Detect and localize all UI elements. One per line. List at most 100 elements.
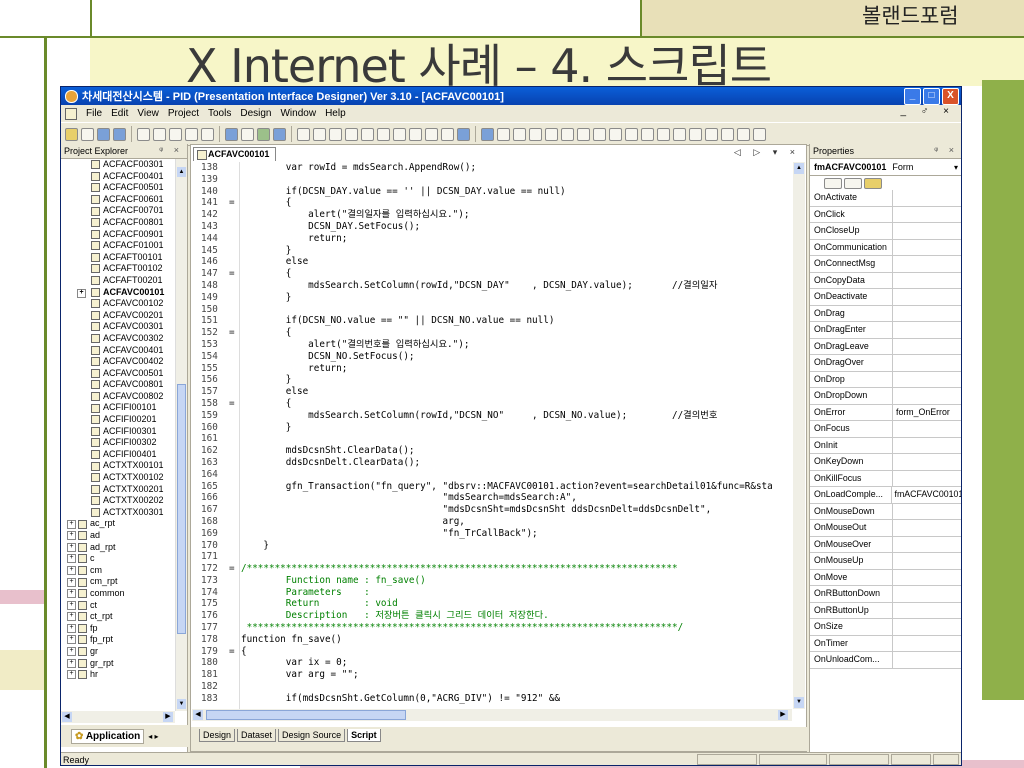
property-value[interactable] xyxy=(893,454,896,470)
expand-icon[interactable]: + xyxy=(67,647,76,657)
tree-file[interactable]: ACFAVC00301 xyxy=(61,321,175,333)
scroll-down-arrow-icon[interactable]: ▼ xyxy=(794,697,804,708)
property-row[interactable]: OnMove xyxy=(810,569,961,586)
tree-file[interactable]: ACFAVC00401 xyxy=(61,345,175,357)
expand-icon[interactable]: + xyxy=(67,612,76,622)
tree-file[interactable]: ACTXTX00202 xyxy=(61,495,175,507)
property-value[interactable] xyxy=(893,438,896,454)
property-value[interactable] xyxy=(893,322,896,338)
property-value[interactable] xyxy=(893,223,896,239)
new-icon[interactable] xyxy=(81,127,94,141)
menu-edit[interactable]: Edit xyxy=(111,108,128,119)
scroll-left-arrow-icon[interactable]: ◀ xyxy=(62,712,72,722)
property-row[interactable]: OnKeyDown xyxy=(810,454,961,471)
code-line[interactable]: 150 xyxy=(191,304,791,316)
tree-folder[interactable]: + c xyxy=(61,553,175,565)
code-line[interactable]: 153 alert("결의번호를 입력하십시요."); xyxy=(191,339,791,351)
align-center-icon[interactable] xyxy=(313,127,326,141)
tree-file[interactable]: ACFAVC00802 xyxy=(61,391,175,403)
cut-icon[interactable] xyxy=(137,127,150,141)
expand-icon[interactable]: + xyxy=(67,589,76,599)
code-line[interactable]: 141 = { xyxy=(191,197,791,209)
code-line[interactable]: 165 gfn_Transaction("fn_query", "dbsrv::… xyxy=(191,481,791,493)
align-middle-icon[interactable] xyxy=(361,127,374,141)
tree-file[interactable]: ACTXTX00201 xyxy=(61,484,175,496)
save-all-icon[interactable] xyxy=(113,127,126,141)
code-line[interactable]: 157 else xyxy=(191,386,791,398)
expand-icon[interactable]: + xyxy=(67,670,76,680)
fold-marker-icon[interactable]: = xyxy=(229,563,241,575)
align-bottom-icon[interactable] xyxy=(377,127,390,141)
same-height-icon[interactable] xyxy=(409,127,422,141)
property-row[interactable]: OnDropDown xyxy=(810,388,961,405)
code-line[interactable]: 170 } xyxy=(191,540,791,552)
code-line[interactable]: 145 } xyxy=(191,245,791,257)
property-row[interactable]: OnActivate xyxy=(810,190,961,207)
code-line[interactable]: 176 Description : 저장버튼 클릭시 그리드 데이터 저장한다. xyxy=(191,610,791,622)
editor-horizontal-scrollbar[interactable]: ◀ ▶ xyxy=(192,709,792,721)
tree-file[interactable]: ACFIFI00201 xyxy=(61,414,175,426)
fold-marker-icon[interactable]: = xyxy=(229,398,241,410)
tree-folder[interactable]: + cm_rpt xyxy=(61,576,175,588)
file-tool-icon[interactable] xyxy=(753,127,766,141)
expand-icon[interactable]: + xyxy=(77,288,86,298)
property-row[interactable]: OnDragLeave xyxy=(810,338,961,355)
property-value[interactable] xyxy=(893,339,896,355)
expand-icon[interactable]: + xyxy=(67,577,76,587)
property-row[interactable]: OnMouseOut xyxy=(810,520,961,537)
scroll-thumb[interactable] xyxy=(177,384,186,634)
scroll-up-arrow-icon[interactable]: ▲ xyxy=(794,163,804,174)
expand-icon[interactable]: + xyxy=(67,565,76,575)
align-left-icon[interactable] xyxy=(297,127,310,141)
property-value[interactable] xyxy=(893,619,896,635)
property-row[interactable]: OnSize xyxy=(810,619,961,636)
tree-file[interactable]: ACFIFI00401 xyxy=(61,449,175,461)
property-value[interactable]: form_OnError xyxy=(893,405,950,421)
property-row[interactable]: OnMouseDown xyxy=(810,503,961,520)
code-line[interactable]: 142 alert("결의일자를 입력하십시요."); xyxy=(191,209,791,221)
expand-icon[interactable]: + xyxy=(67,658,76,668)
zoom-icon[interactable] xyxy=(457,127,470,141)
code-line[interactable]: 140 if(DCSN_DAY.value == '' || DCSN_DAY.… xyxy=(191,186,791,198)
tab-script[interactable]: Script xyxy=(347,729,381,742)
expand-icon[interactable]: + xyxy=(67,623,76,633)
code-line[interactable]: 166 "mdsSearch=mdsSearch:A", xyxy=(191,492,791,504)
property-row[interactable]: OnLoadComple... fmACFAVC00101 xyxy=(810,487,961,504)
expand-icon[interactable]: + xyxy=(67,542,76,552)
property-value[interactable] xyxy=(893,273,896,289)
property-value[interactable] xyxy=(893,570,896,586)
code-line[interactable]: 164 xyxy=(191,469,791,481)
tree-file[interactable]: ACFIFI00101 xyxy=(61,402,175,414)
undo-icon[interactable] xyxy=(185,127,198,141)
tree-file[interactable]: ACFACF01001 xyxy=(61,240,175,252)
code-line[interactable]: 174 Parameters : xyxy=(191,587,791,599)
explorer-pin-close[interactable]: ᵠ × xyxy=(159,145,183,155)
run-icon[interactable] xyxy=(241,127,254,141)
tree-file[interactable]: ACFAFT00201 xyxy=(61,275,175,287)
tree-folder[interactable]: + ad xyxy=(61,530,175,542)
menu-help[interactable]: Help xyxy=(325,108,346,119)
image-tool-icon[interactable] xyxy=(593,127,606,141)
select-tool-icon[interactable] xyxy=(481,127,494,141)
space-horizontal-icon[interactable] xyxy=(425,127,438,141)
tree-file[interactable]: ACFACF00501 xyxy=(61,182,175,194)
checkbox-tool-icon[interactable] xyxy=(561,127,574,141)
menu-tool-icon[interactable] xyxy=(721,127,734,141)
code-line[interactable]: 175 Return : void xyxy=(191,598,791,610)
property-value[interactable] xyxy=(893,207,896,223)
button-tool-icon[interactable] xyxy=(497,127,510,141)
tree-file[interactable]: ACTXTX00301 xyxy=(61,507,175,519)
property-value[interactable] xyxy=(893,520,896,536)
expand-icon[interactable]: + xyxy=(67,519,76,529)
code-line[interactable]: 151 if(DCSN_NO.value == "" || DCSN_NO.va… xyxy=(191,315,791,327)
property-value[interactable] xyxy=(893,372,896,388)
code-line[interactable]: 182 xyxy=(191,681,791,693)
spin-tool-icon[interactable] xyxy=(689,127,702,141)
tree-file[interactable]: ACFACF00601 xyxy=(61,194,175,206)
property-value[interactable] xyxy=(893,289,896,305)
property-value[interactable] xyxy=(893,553,896,569)
property-value[interactable] xyxy=(893,586,896,602)
expand-icon[interactable]: + xyxy=(67,531,76,541)
document-tab[interactable]: ACFAVC00101 xyxy=(193,147,277,161)
save-icon[interactable] xyxy=(97,127,110,141)
